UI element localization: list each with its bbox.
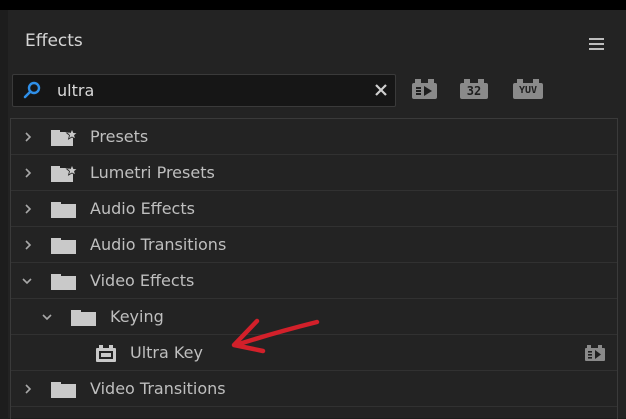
accelerated-icon	[412, 83, 437, 99]
chevron-right-icon[interactable]	[22, 131, 34, 143]
tree-item-audio-transitions[interactable]: Audio Transitions	[11, 227, 617, 263]
effects-panel: Effects 32 YUV	[8, 10, 626, 419]
panel-title: Effects	[25, 31, 83, 51]
tree-item-label: Audio Effects	[90, 199, 195, 218]
tree-item-label: Audio Transitions	[90, 235, 227, 254]
search-icon	[23, 81, 41, 99]
tree-item-video-effects[interactable]: Video Effects	[11, 263, 617, 299]
accelerated-effects-filter-button[interactable]	[412, 79, 437, 100]
chevron-down-icon[interactable]	[21, 275, 33, 287]
tree-item-label: Video Effects	[90, 271, 195, 290]
32-bit-filter-button[interactable]: 32	[460, 79, 488, 100]
folder-icon	[51, 238, 76, 254]
tree-item-label: Ultra Key	[130, 343, 203, 362]
clear-search-icon[interactable]	[373, 82, 389, 98]
tree-item-label: Lumetri Presets	[90, 163, 215, 182]
panel-menu-icon[interactable]	[589, 38, 604, 50]
folder-icon	[71, 310, 96, 326]
folder-icon	[51, 202, 76, 218]
32-bit-label: 32	[460, 83, 488, 99]
tree-item-audio-effects[interactable]: Audio Effects	[11, 191, 617, 227]
effect-icon	[96, 345, 116, 362]
panel-header: Effects	[8, 10, 626, 64]
tree-item-video-transitions[interactable]: Video Transitions	[11, 371, 617, 407]
yuv-label: YUV	[513, 83, 543, 99]
search-input[interactable]	[57, 79, 357, 101]
chevron-right-icon[interactable]	[22, 239, 34, 251]
folder-star-icon	[51, 129, 78, 146]
tree-item-presets[interactable]: Presets	[11, 119, 617, 155]
tree-item-label: Presets	[90, 127, 149, 146]
tree-item-keying[interactable]: Keying	[11, 299, 617, 335]
folder-star-icon	[51, 165, 78, 182]
tree-item-lumetri-presets[interactable]: Lumetri Presets	[11, 155, 617, 191]
accelerated-icon	[585, 345, 605, 361]
folder-icon	[51, 274, 76, 290]
tree-item-label: Video Transitions	[90, 379, 226, 398]
chevron-right-icon[interactable]	[22, 167, 34, 179]
chevron-right-icon[interactable]	[22, 383, 34, 395]
chevron-down-icon[interactable]	[41, 311, 53, 323]
folder-icon	[51, 382, 76, 398]
tree-item-label: Keying	[110, 307, 164, 326]
search-box	[12, 74, 396, 107]
effects-tree: Presets Lumetri Presets Audio Effects Au…	[10, 118, 618, 419]
tree-item-ultra-key[interactable]: Ultra Key	[11, 335, 617, 371]
window-top-strip	[0, 0, 626, 10]
yuv-filter-button[interactable]: YUV	[513, 79, 543, 100]
chevron-right-icon[interactable]	[22, 203, 34, 215]
